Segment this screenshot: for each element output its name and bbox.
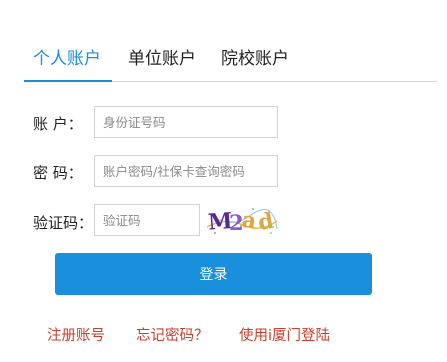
captcha-input[interactable] <box>94 204 200 236</box>
password-label: 密 码： <box>33 164 83 182</box>
register-link[interactable]: 注册账号 <box>47 324 105 345</box>
forgot-password-link[interactable]: 忘记密码？ <box>136 324 209 345</box>
account-type-tabs: 个人账户 单位账户 院校账户 <box>24 44 437 82</box>
password-input[interactable] <box>94 155 278 187</box>
captcha-label: 验证码： <box>33 214 94 232</box>
account-input[interactable] <box>94 106 278 138</box>
tab-personal-account[interactable]: 个人账户 <box>33 48 101 70</box>
captcha-image[interactable]: M 2 a d <box>205 203 279 237</box>
tab-company-account[interactable]: 单位账户 <box>128 48 196 70</box>
ixiamen-login-link[interactable]: 使用i厦门登陆 <box>239 324 330 345</box>
tab-school-account[interactable]: 院校账户 <box>221 48 289 70</box>
active-tab-indicator <box>24 80 112 82</box>
login-button[interactable]: 登录 <box>55 253 372 295</box>
account-label: 账 户： <box>33 115 83 133</box>
